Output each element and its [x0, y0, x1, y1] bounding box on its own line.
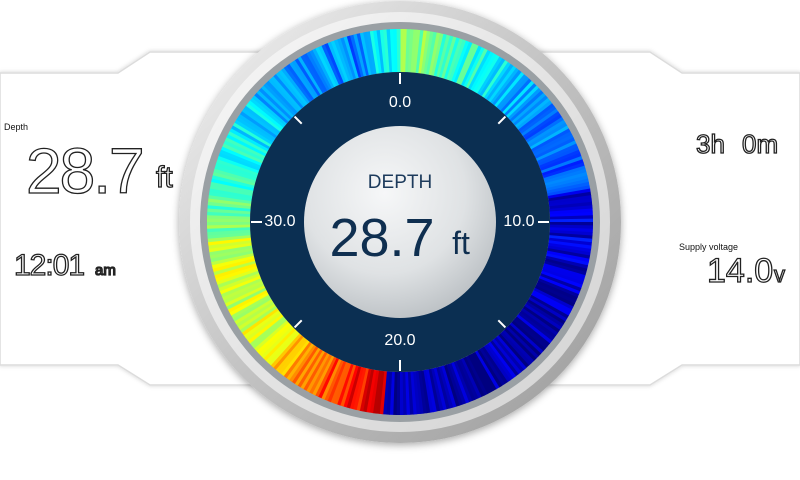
gauge-value: 28.7	[329, 208, 434, 268]
tick-label-right: 10.0	[503, 213, 534, 230]
gauge-unit: ft	[452, 225, 470, 261]
tick-label-left: 30.0	[264, 213, 295, 230]
depth-gauge: 0.0 10.0 20.0 30.0 DEPTH 28.7 ft	[179, 1, 621, 443]
tick-label-top: 0.0	[389, 94, 411, 111]
tick-label-bottom: 20.0	[384, 332, 415, 349]
gauge-title: DEPTH	[368, 172, 432, 193]
